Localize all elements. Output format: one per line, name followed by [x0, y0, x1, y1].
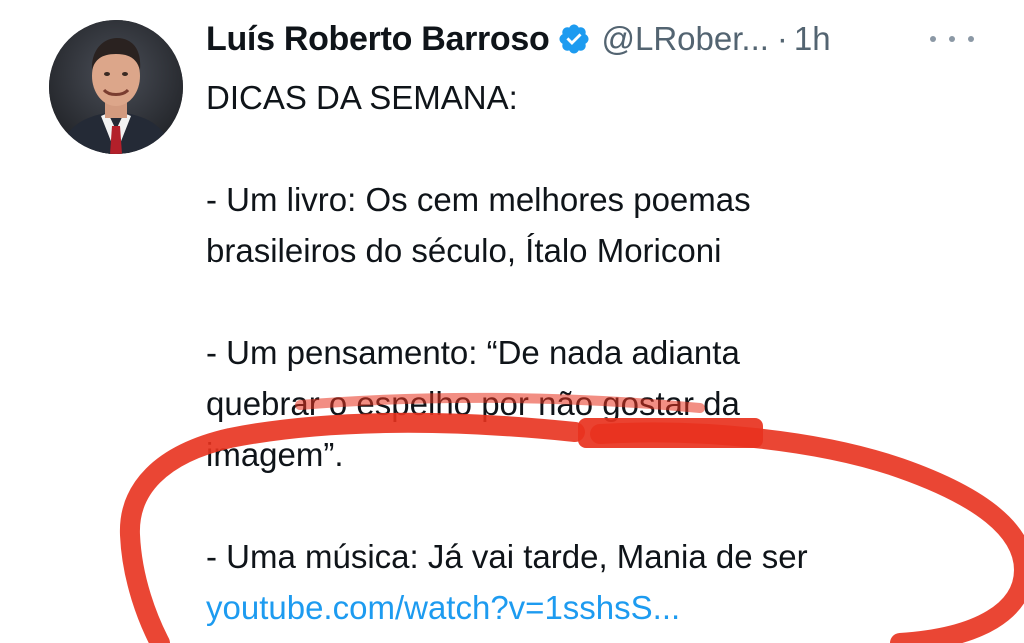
separator-dot: ·: [776, 20, 788, 57]
tweet[interactable]: Luís Roberto Barroso @LRober... · 1h DIC…: [0, 0, 1024, 643]
avatar[interactable]: [49, 20, 183, 154]
tweet-line: - Um pensamento: “De nada adianta: [206, 334, 740, 371]
tweet-line: quebrar o espelho por não gostar da: [206, 385, 740, 422]
tweet-line: DICAS DA SEMANA:: [206, 79, 518, 116]
tweet-timestamp[interactable]: 1h: [794, 20, 831, 58]
tweet-line: imagem”.: [206, 436, 344, 473]
more-dot: [930, 36, 936, 42]
more-dot: [949, 36, 955, 42]
tweet-line: brasileiros do século, Ítalo Moriconi: [206, 232, 722, 269]
youtube-link[interactable]: youtube.com/watch?v=1sshsS...: [206, 582, 1006, 633]
tweet-text: DICAS DA SEMANA: - Um livro: Os cem melh…: [206, 72, 1006, 633]
author-name[interactable]: Luís Roberto Barroso: [206, 20, 550, 59]
author-handle[interactable]: @LRober...: [601, 20, 768, 58]
tweet-line: - Um livro: Os cem melhores poemas: [206, 181, 751, 218]
more-options-icon[interactable]: [930, 24, 974, 54]
more-dot: [968, 36, 974, 42]
tweet-line: - Uma música: Já vai tarde, Mania de ser: [206, 538, 808, 575]
verified-badge-icon: [557, 22, 591, 56]
tweet-header: Luís Roberto Barroso @LRober... · 1h: [206, 14, 831, 64]
